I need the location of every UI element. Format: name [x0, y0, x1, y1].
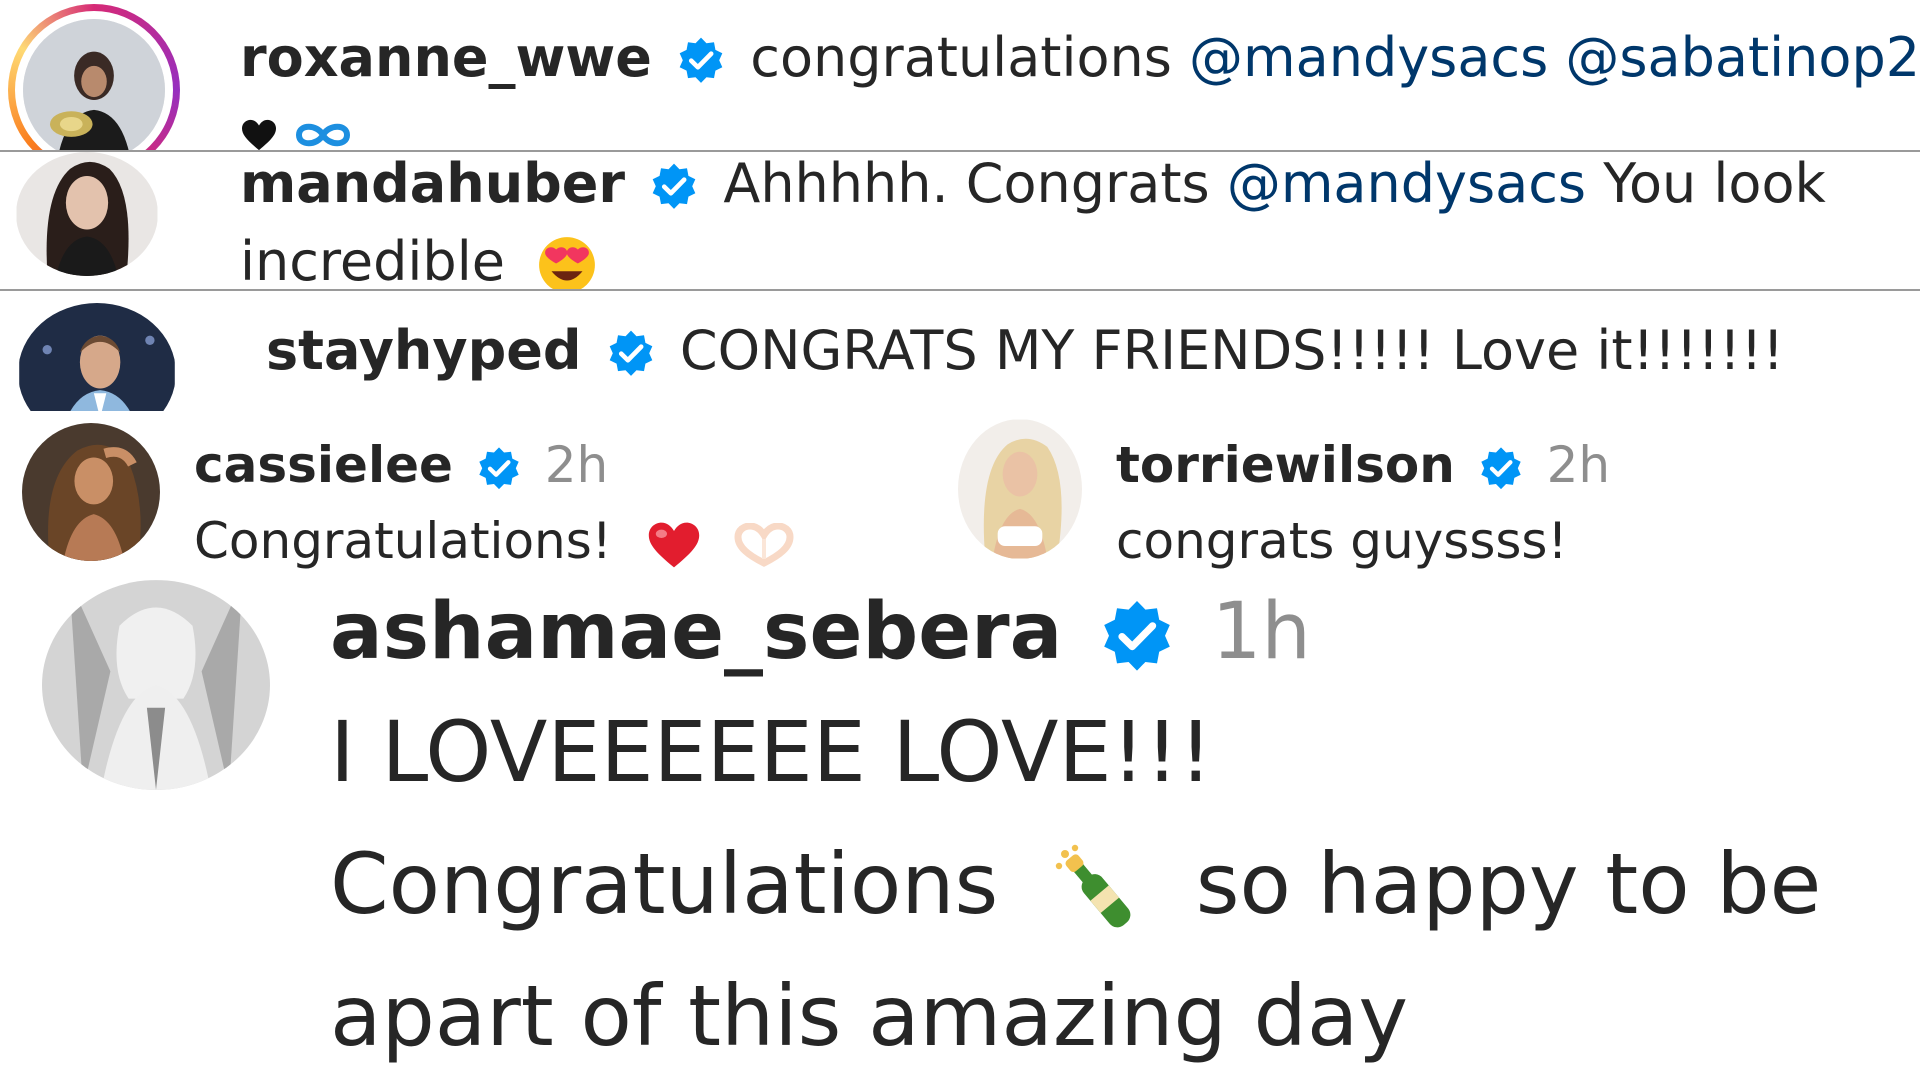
comment-stayhyped: stayhyped CONGRATS MY FRIENDS!!!!! Love … — [0, 291, 1920, 411]
heart-hands-emoji — [734, 522, 794, 567]
avatar[interactable] — [42, 580, 270, 790]
username[interactable]: mandahuber — [240, 152, 625, 215]
avatar[interactable] — [22, 423, 160, 561]
comment-text: You look — [1603, 152, 1826, 215]
timestamp[interactable]: 2h — [545, 436, 609, 494]
avatar[interactable] — [958, 419, 1082, 559]
comment-mandahuber: mandahuber Ahhhhh. Congrats @mandysacs Y… — [0, 152, 1920, 290]
comment-line-2: Congratulations so happy to be — [330, 834, 1821, 938]
heart-eyes-emoji — [536, 234, 598, 290]
avatar-photo — [23, 19, 165, 152]
comment-text: Congratulations! — [194, 512, 612, 570]
avatar[interactable] — [16, 152, 158, 276]
mention-link[interactable]: @mandysacs — [1227, 152, 1586, 215]
comment-ashamae: ashamae_sebera 1h I LOVEEEEEE LOVE!!! Co… — [0, 576, 1920, 1080]
username[interactable]: cassielee — [194, 436, 453, 494]
timestamp[interactable]: 1h — [1212, 587, 1311, 677]
comment-line-3: apart of this amazing day — [330, 966, 1408, 1066]
comment-text: Congratulations — [330, 835, 999, 933]
comment-text: apart of this amazing day — [330, 967, 1409, 1065]
verified-badge-icon — [1097, 597, 1177, 677]
comment-text-row: congrats guyssss! — [1116, 511, 1568, 571]
comment-roxanne: roxanne_wwe congratulations @mandysacs @… — [0, 0, 1920, 152]
comment-header: torriewilson 2h — [1116, 435, 1610, 495]
comment-text: Ahhhhh. Congrats — [723, 152, 1210, 215]
avatar-photo — [958, 419, 1082, 559]
verified-badge-icon — [605, 328, 657, 380]
comment-line: mandahuber Ahhhhh. Congrats @mandysacs Y… — [240, 152, 1826, 216]
timestamp[interactable]: 2h — [1547, 436, 1611, 494]
comment-text: congratulations — [750, 26, 1172, 89]
comment-text: I LOVEEEEEE LOVE!!! — [330, 703, 1213, 801]
mention-link[interactable]: @mandysacs — [1189, 26, 1548, 89]
comment-text: so happy to be — [1195, 835, 1822, 933]
red-heart-emoji — [646, 519, 702, 571]
mention-link[interactable]: @sabatinop24 — [1565, 26, 1920, 89]
verified-badge-icon — [1477, 445, 1525, 493]
avatar-photo — [22, 423, 160, 561]
comment-text: CONGRATS MY FRIENDS!!!!! Love it!!!!!!! — [679, 319, 1785, 382]
infinity-icon — [291, 118, 355, 152]
username[interactable]: torriewilson — [1116, 436, 1455, 494]
avatar[interactable] — [23, 19, 165, 152]
comment-text: incredible — [240, 230, 505, 290]
black-heart-icon — [240, 118, 278, 152]
comment-line: roxanne_wwe congratulations @mandysacs @… — [240, 26, 1920, 90]
comment-text: congrats guyssss! — [1116, 512, 1568, 570]
comment-line-1: I LOVEEEEEE LOVE!!! — [330, 702, 1213, 802]
verified-badge-icon — [675, 35, 727, 87]
comment-row-pair: cassielee 2h Congratulations! torriewils… — [0, 411, 1920, 576]
avatar-photo — [42, 580, 270, 790]
username[interactable]: ashamae_sebera — [330, 587, 1062, 677]
avatar[interactable] — [18, 303, 176, 411]
avatar-photo — [19, 303, 175, 411]
avatar-photo — [16, 152, 158, 276]
username[interactable]: stayhyped — [266, 319, 582, 382]
verified-badge-icon — [475, 445, 523, 493]
verified-badge-icon — [648, 161, 700, 213]
comment-header: ashamae_sebera 1h — [330, 586, 1311, 678]
comment-header: cassielee 2h — [194, 435, 608, 495]
comment-text-row: Congratulations! — [194, 511, 794, 571]
comment-line: stayhyped CONGRATS MY FRIENDS!!!!! Love … — [266, 319, 1784, 383]
username[interactable]: roxanne_wwe — [240, 26, 652, 89]
champagne-bottle-emoji — [1049, 842, 1145, 938]
trailing-emoji-row — [240, 118, 355, 152]
comment-line-2: incredible — [240, 230, 598, 290]
